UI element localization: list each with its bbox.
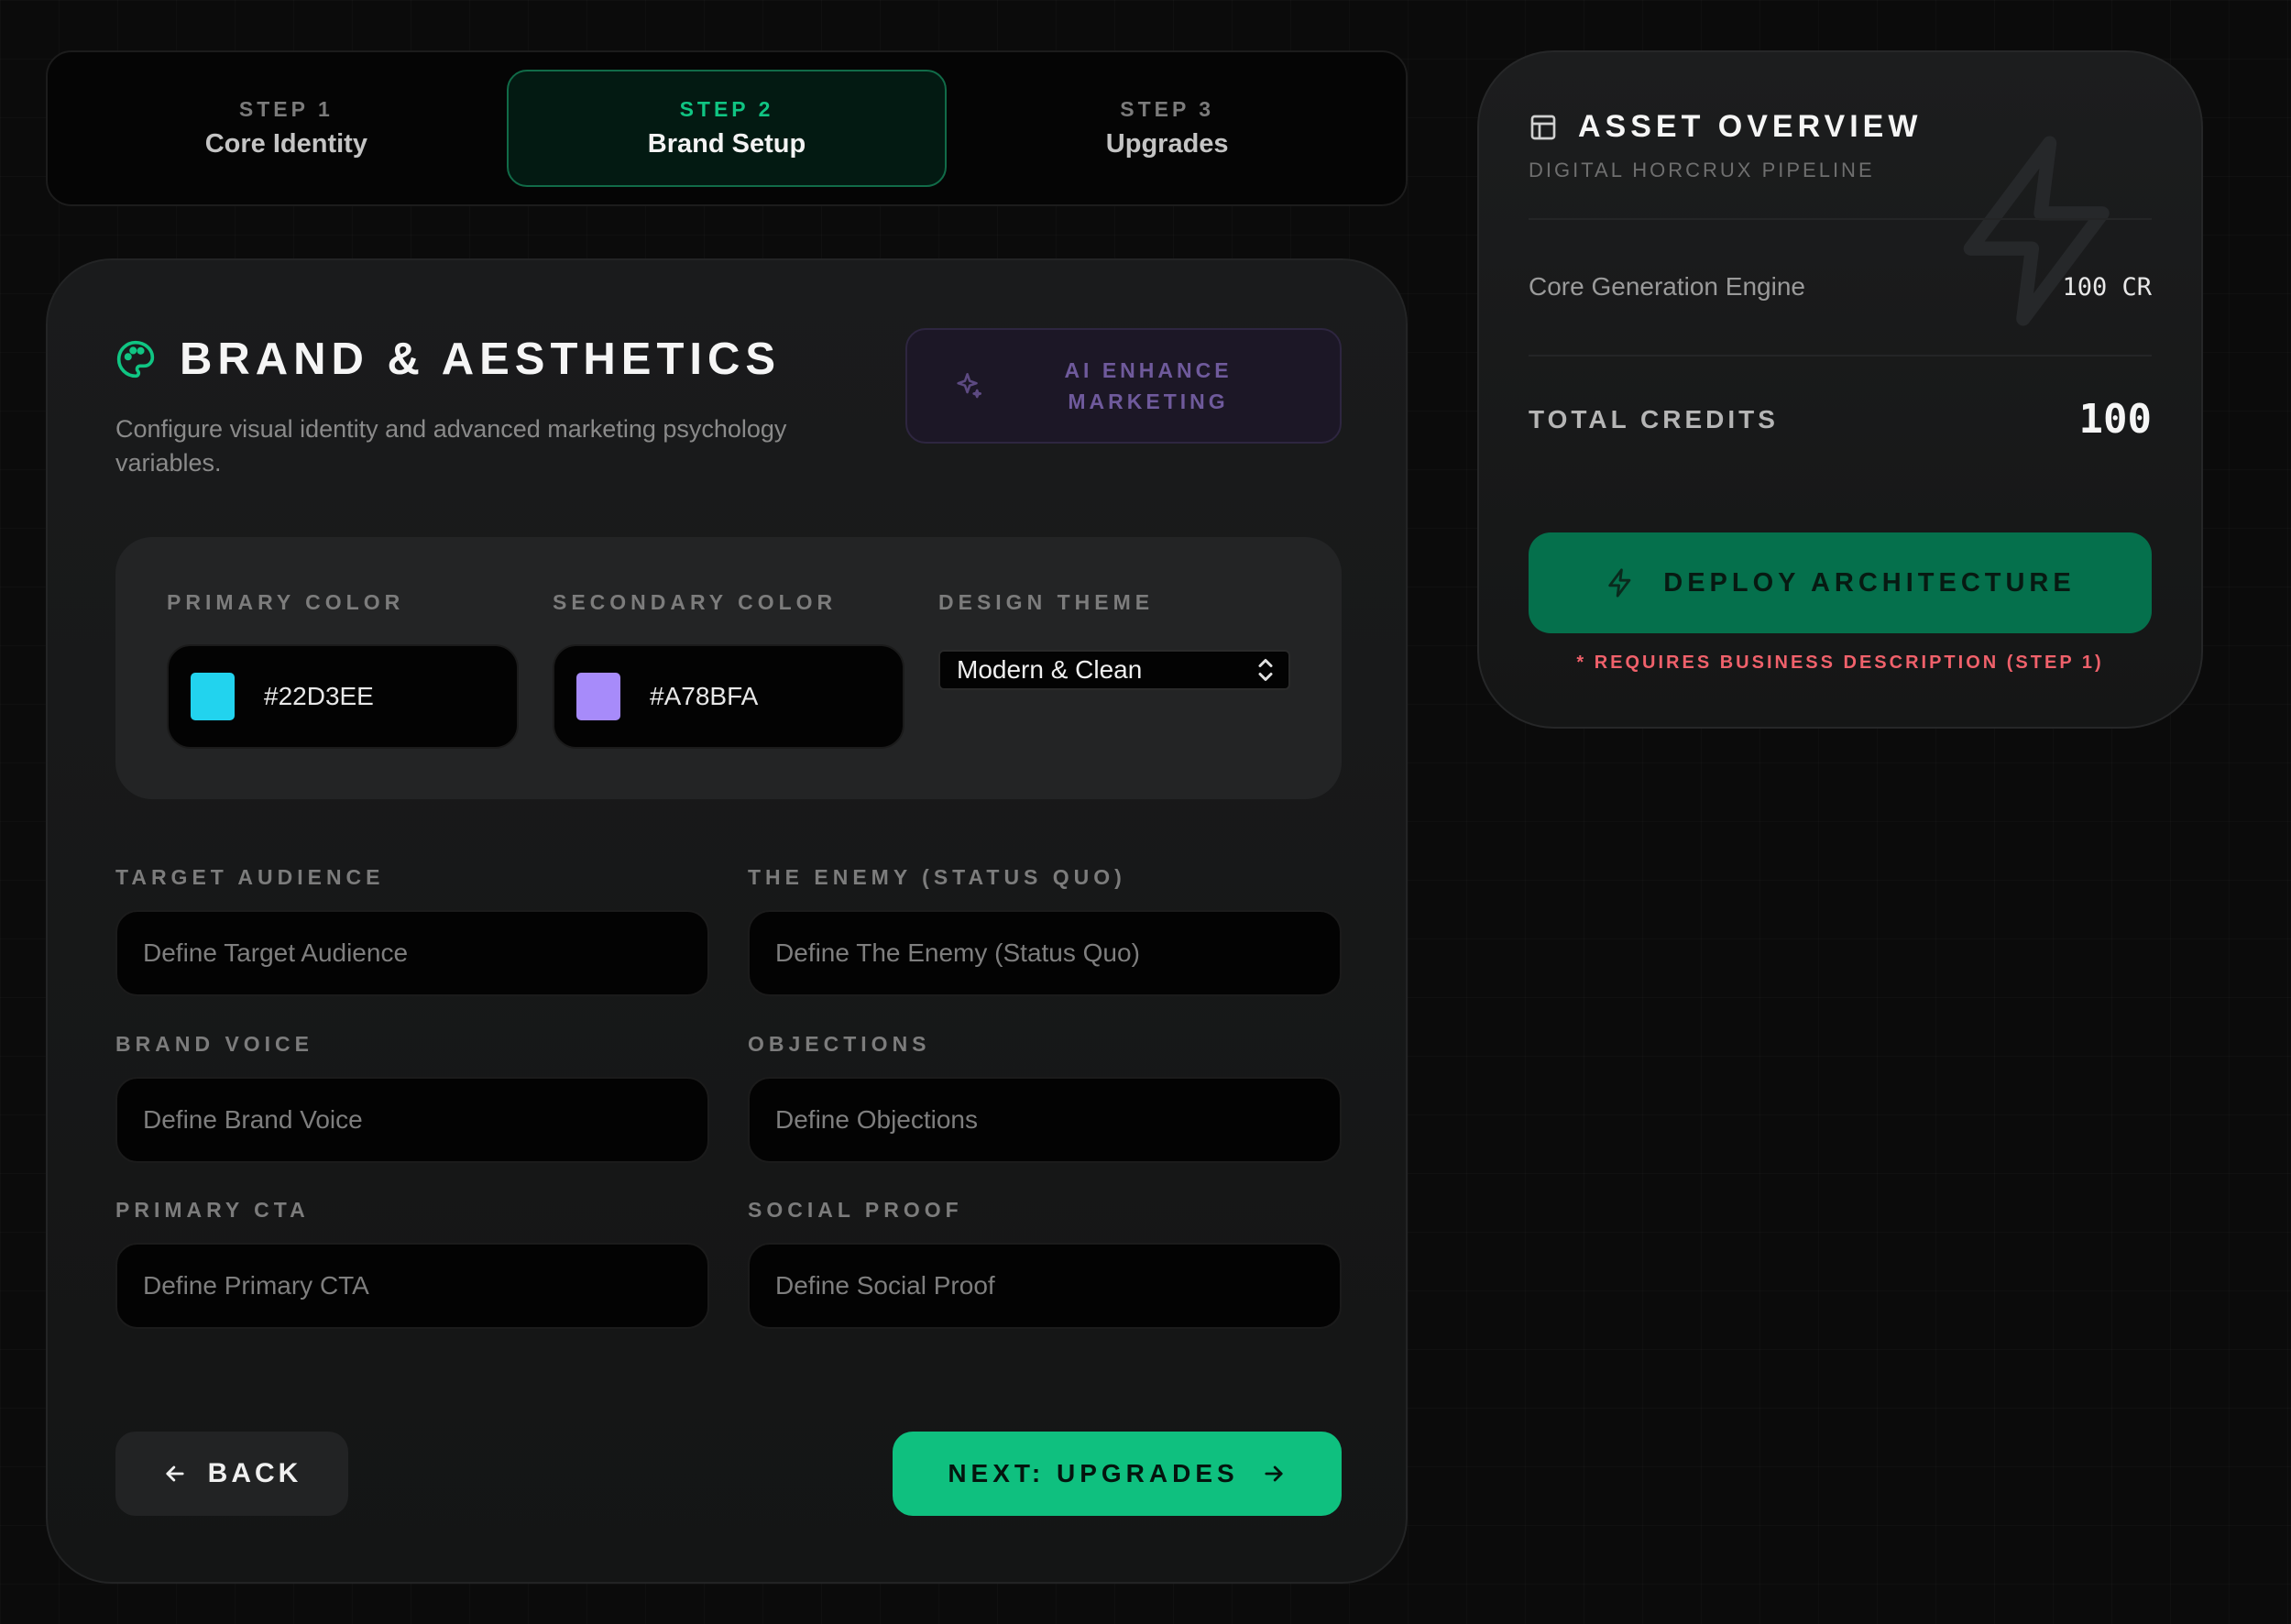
back-button[interactable]: BACK [115,1432,348,1516]
secondary-color-value: #A78BFA [650,682,759,710]
step-upgrades[interactable]: STEP 3 Upgrades [947,70,1387,187]
engine-row: Core Generation Engine 100 CR [1529,272,2152,302]
objections-group: OBJECTIONS Define Objections [748,1032,1342,1163]
deploy-button[interactable]: DEPLOY ARCHITECTURE [1529,532,2152,633]
design-theme-label: DESIGN THEME [938,590,1155,614]
color-panel: PRIMARY COLOR #22D3EE SECONDARY COLOR #A… [115,537,1342,799]
card-header: BRAND & AESTHETICS Configure visual iden… [115,334,885,480]
step-brand-setup[interactable]: STEP 2 Brand Setup [506,70,948,187]
bolt-icon [1963,136,2110,326]
card-title-row: BRAND & AESTHETICS [115,334,885,385]
ai-enhance-button[interactable]: AI ENHANCE MARKETING [905,328,1342,444]
arrow-left-icon [166,1465,184,1482]
sparkle-icon [957,372,982,399]
bolt-icon [1608,568,1631,598]
divider [1529,218,2152,220]
page-title: BRAND & AESTHETICS [180,335,782,384]
social-proof-group: SOCIAL PROOF Define Social Proof [748,1198,1342,1329]
total-row: TOTAL CREDITS 100 [1529,396,2152,443]
deploy-label: DEPLOY ARCHITECTURE [1663,567,2076,598]
brand-card: BRAND & AESTHETICS Configure visual iden… [46,258,1408,1584]
secondary-color-swatch[interactable] [576,673,620,720]
step-number: STEP 2 [679,97,774,121]
step-name: Core Identity [204,129,367,159]
target-audience-group: TARGET AUDIENCE Define Target Audience [115,865,709,996]
overview-subtitle: DIGITAL HORCRUX PIPELINE [1529,159,1875,181]
primary-color-input[interactable]: #22D3EE [167,644,519,749]
step-number: STEP 1 [238,97,334,121]
primary-color-swatch[interactable] [191,673,235,720]
engine-label: Core Generation Engine [1529,272,1805,301]
primary-color-group: PRIMARY COLOR #22D3EE [167,590,519,749]
total-value: 100 [2078,396,2152,443]
card-description: Configure visual identity and advanced m… [115,415,787,477]
requirement-note: * REQUIRES BUSINESS DESCRIPTION (STEP 1) [1576,653,2104,673]
engine-value: 100 CR [2062,272,2152,302]
primary-cta-group: PRIMARY CTA Define Primary CTA [115,1198,709,1329]
next-label: NEXT: UPGRADES [948,1459,1239,1487]
social-proof-input[interactable]: Define Social Proof [748,1243,1342,1329]
step-name: Upgrades [1105,129,1229,159]
target-audience-label: TARGET AUDIENCE [115,865,385,889]
secondary-color-input[interactable]: #A78BFA [553,644,904,749]
target-audience-input[interactable]: Define Target Audience [115,910,709,996]
design-theme-group: DESIGN THEME Modern & Clean [938,590,1290,690]
palette-icon [116,340,155,379]
brand-voice-label: BRAND VOICE [115,1032,314,1056]
brand-voice-input[interactable]: Define Brand Voice [115,1077,709,1163]
secondary-color-label: SECONDARY COLOR [553,590,838,614]
design-theme-value: Modern & Clean [957,655,1143,684]
social-proof-label: SOCIAL PROOF [748,1198,963,1222]
primary-color-label: PRIMARY COLOR [167,590,405,614]
design-theme-select[interactable]: Modern & Clean [938,650,1290,690]
divider [1529,355,2152,357]
next-button[interactable]: NEXT: UPGRADES [893,1432,1342,1516]
stepper: STEP 1 Core Identity STEP 2 Brand Setup … [46,50,1408,206]
primary-cta-input[interactable]: Define Primary CTA [115,1243,709,1329]
ai-enhance-label: AI ENHANCE MARKETING [1064,358,1233,413]
objections-input[interactable]: Define Objections [748,1077,1342,1163]
enemy-group: THE ENEMY (STATUS QUO) Define The Enemy … [748,865,1342,996]
enemy-input[interactable]: Define The Enemy (Status Quo) [748,910,1342,996]
total-label: TOTAL CREDITS [1529,404,1779,433]
objections-label: OBJECTIONS [748,1032,931,1056]
primary-cta-label: PRIMARY CTA [115,1198,310,1222]
primary-color-value: #22D3EE [264,682,374,710]
arrow-right-icon [1265,1465,1283,1482]
back-label: BACK [207,1458,302,1488]
step-core-identity[interactable]: STEP 1 Core Identity [66,70,507,187]
overview-title: ASSET OVERVIEW [1578,109,1923,144]
step-number: STEP 3 [1120,97,1215,121]
enemy-label: THE ENEMY (STATUS QUO) [748,865,1126,889]
brand-voice-group: BRAND VOICE Define Brand Voice [115,1032,709,1163]
chevron-updown-icon [1258,659,1273,681]
step-name: Brand Setup [647,129,806,159]
layout-icon [1530,115,1556,139]
overview-header: ASSET OVERVIEW [1529,109,1922,145]
asset-overview-panel: ASSET OVERVIEW DIGITAL HORCRUX PIPELINE … [1477,50,2203,729]
secondary-color-group: SECONDARY COLOR #A78BFA [553,590,904,749]
